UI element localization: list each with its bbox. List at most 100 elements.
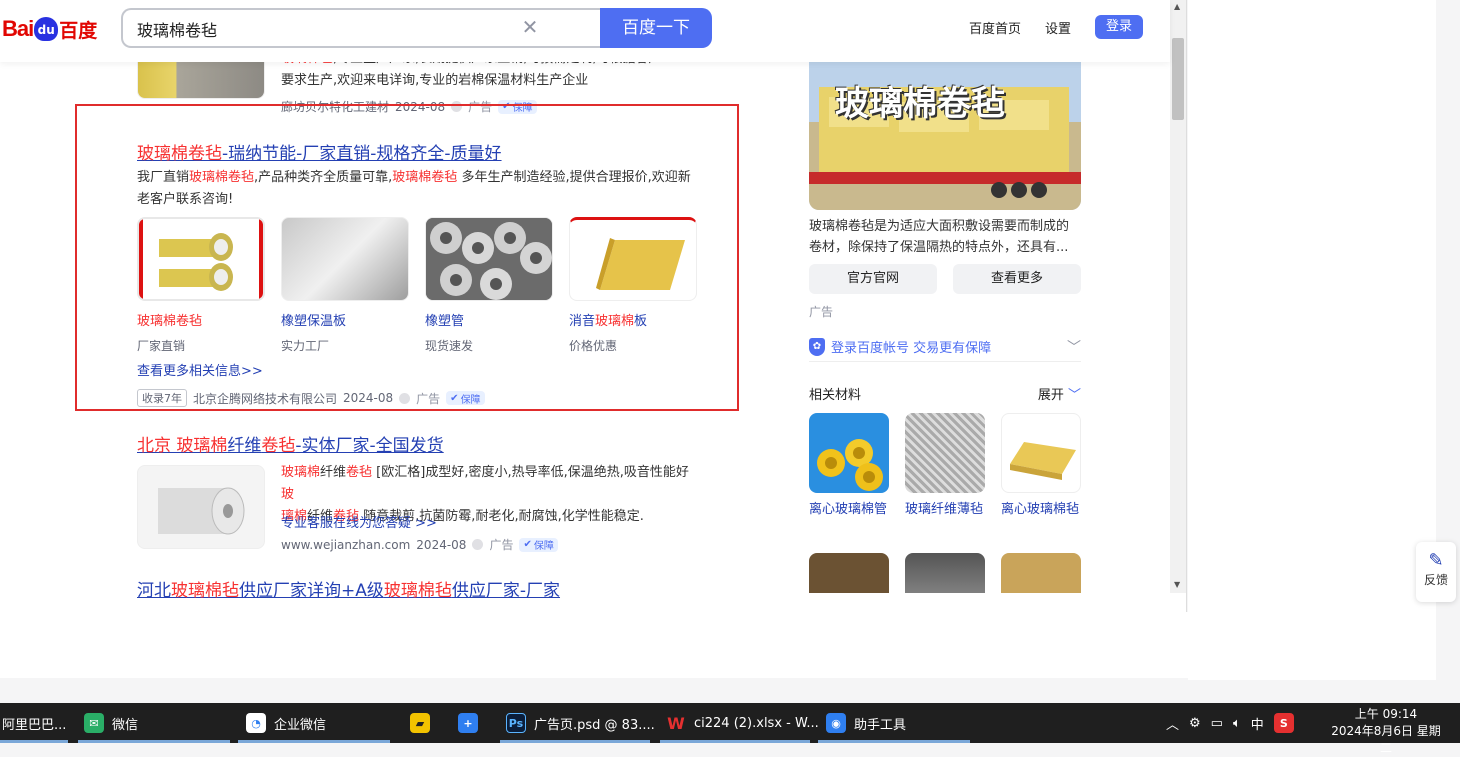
related-item-3[interactable]: 离心玻璃棉毡 bbox=[1001, 413, 1081, 521]
windows-taskbar: 阿里巴巴... ✉ 微信 ◔ 企业微信 ▰ + Ps 广告页.psd @ 83....… bbox=[0, 703, 1460, 755]
result4-title[interactable]: 河北玻璃棉毡供应厂家详询+A级玻璃棉毡供应厂家-厂家 bbox=[137, 576, 560, 601]
login-button[interactable]: 登录 bbox=[1095, 15, 1143, 39]
task-wecom[interactable]: ◔ 企业微信 bbox=[246, 703, 326, 743]
logo-du-text: 百度 bbox=[59, 19, 98, 42]
login-baidu-account-text: 登录百度帐号 交易更有保障 bbox=[831, 341, 992, 356]
related-item-1[interactable]: 离心玻璃棉管 bbox=[809, 413, 889, 521]
related-image bbox=[1001, 553, 1081, 593]
source-dot-icon bbox=[399, 392, 411, 404]
browser-viewport: 玻璃棉毡,专业生产厂家,长期提供厂家直销,可按需定制,可根据客户 要求生产,欢迎… bbox=[0, 0, 1187, 612]
task-notes[interactable]: ▰ bbox=[410, 703, 430, 743]
related-item-6[interactable] bbox=[1001, 553, 1081, 593]
fiber-roll-illustration bbox=[158, 487, 245, 535]
related-image bbox=[809, 553, 889, 593]
task-label: 微信 bbox=[112, 717, 139, 733]
task-helper[interactable]: ◉ 助手工具 bbox=[826, 703, 906, 743]
scroll-up-arrow-icon[interactable]: ▲ bbox=[1174, 2, 1180, 11]
ad-label: 广告 bbox=[416, 391, 441, 406]
login-baidu-account-link[interactable]: ✿ 登录百度帐号 交易更有保障 ﹀ bbox=[809, 332, 1081, 362]
task-wechat[interactable]: ✉ 微信 bbox=[84, 703, 138, 743]
chevron-up-icon[interactable]: ︿ bbox=[1166, 714, 1179, 733]
close-icon[interactable]: ✕ bbox=[519, 16, 541, 38]
related-materials-header: 相关材料 展开 ﹀ bbox=[809, 384, 1081, 403]
sogou-ime-icon[interactable]: S bbox=[1273, 713, 1294, 733]
ad-result-source[interactable]: 北京企腾网络技术有限公司 bbox=[193, 390, 337, 407]
guarantee-badge[interactable]: ✔ 保障 bbox=[519, 537, 558, 552]
product-item-1[interactable]: 玻璃棉卷毡 厂家直销 bbox=[137, 310, 202, 354]
settings-tray-icon[interactable]: ⚙ bbox=[1189, 716, 1201, 731]
feedback-button[interactable]: ✎ 反馈 bbox=[1416, 542, 1456, 602]
product-image-rubber-board[interactable] bbox=[281, 217, 409, 301]
task-snip[interactable]: + bbox=[458, 703, 478, 743]
helper-tool-icon: ◉ bbox=[826, 713, 846, 733]
related-label: 离心玻璃棉毡 bbox=[1001, 502, 1080, 517]
result3-thumbnail[interactable] bbox=[137, 465, 265, 549]
system-clock[interactable]: 上午 09:14 2024年8月6日 星期二 bbox=[1326, 706, 1446, 757]
right-ad-label: 广告 bbox=[809, 305, 834, 319]
product-item-4[interactable]: 消音玻璃棉板 价格优惠 bbox=[569, 310, 647, 354]
volume-icon[interactable]: 🔈︎ bbox=[1233, 716, 1241, 731]
top-links: 百度首页 设置 bbox=[969, 18, 1071, 37]
guarantee-label: 保障 bbox=[460, 394, 481, 406]
task-photoshop[interactable]: Ps 广告页.psd @ 83.... bbox=[506, 703, 655, 743]
related-item-4[interactable] bbox=[809, 553, 889, 593]
search-input[interactable] bbox=[137, 19, 517, 38]
ime-indicator[interactable]: 中 bbox=[1251, 714, 1264, 733]
wps-icon: W bbox=[667, 713, 685, 733]
official-site-button[interactable]: 官方官网 bbox=[809, 264, 937, 294]
photoshop-icon: Ps bbox=[506, 713, 526, 733]
baidu-logo[interactable]: Bai du 百度 bbox=[2, 12, 97, 46]
chevron-down-icon[interactable]: ﹀ bbox=[1067, 337, 1081, 357]
yellow-pipes-illustration bbox=[817, 439, 883, 491]
title-keyword: 玻璃棉卷毡 bbox=[137, 144, 222, 164]
more-info-link[interactable]: 查看更多相关信息>> bbox=[137, 360, 263, 379]
task-label: 助手工具 bbox=[854, 717, 907, 733]
task-label: ci224 (2).xlsx - W... bbox=[694, 715, 819, 731]
shield-icon: ✔ bbox=[450, 392, 459, 404]
related-image bbox=[905, 413, 985, 493]
guarantee-badge[interactable]: ✔ 保障 bbox=[446, 391, 485, 406]
right-desc: 玻璃棉卷毡是为适应大面积敷设需要而制成的卷材，除保持了保温隔热的特点外，还具有.… bbox=[809, 219, 1070, 255]
right-banner-image[interactable]: 玻璃棉卷毡 bbox=[809, 62, 1081, 210]
source-dot-icon bbox=[472, 539, 484, 550]
feedback-label: 反馈 bbox=[1423, 573, 1448, 587]
settings-link[interactable]: 设置 bbox=[1045, 18, 1071, 37]
scroll-down-arrow-icon[interactable]: ▼ bbox=[1174, 580, 1180, 589]
task-alibaba[interactable]: 阿里巴巴... bbox=[2, 703, 66, 743]
result3-service-link[interactable]: 专业客服在线为您答疑 >> bbox=[281, 512, 437, 531]
indexed-years-tag: 收录7年 bbox=[137, 389, 187, 407]
task-label: 阿里巴巴... bbox=[2, 717, 67, 733]
product-image-sound-board[interactable] bbox=[569, 217, 697, 301]
ad-result-title[interactable]: 玻璃棉卷毡-瑞纳节能-厂家直销-规格齐全-质量好 bbox=[137, 139, 502, 164]
related-image bbox=[809, 413, 889, 493]
paw-icon: du bbox=[34, 17, 59, 41]
sticky-note-icon: ▰ bbox=[410, 713, 430, 733]
wecom-icon: ◔ bbox=[246, 713, 266, 733]
chevron-down-icon: ﹀ bbox=[1067, 388, 1081, 403]
search-box: ✕ bbox=[121, 8, 601, 48]
scrollbar-thumb[interactable] bbox=[1172, 38, 1184, 120]
product-item-2[interactable]: 橡塑保温板 实力工厂 bbox=[281, 310, 346, 354]
network-icon[interactable]: ▭ bbox=[1211, 716, 1223, 731]
paw-shield-icon: ✿ bbox=[809, 337, 825, 356]
sound-board-illustration bbox=[596, 238, 685, 290]
view-more-button[interactable]: 查看更多 bbox=[953, 264, 1081, 294]
ad-result-date: 2024-08 bbox=[343, 391, 394, 405]
related-image bbox=[1001, 413, 1081, 493]
search-button[interactable]: 百度一下 bbox=[600, 8, 712, 48]
baidu-home-link[interactable]: 百度首页 bbox=[969, 18, 1021, 37]
related-image bbox=[905, 553, 985, 593]
product-image-rubber-pipe[interactable] bbox=[425, 217, 553, 301]
logo-bai-text: Bai bbox=[2, 16, 34, 41]
result3-source[interactable]: www.wejianzhan.com bbox=[281, 538, 410, 552]
result3-title[interactable]: 北京 玻璃棉纤维卷毡-实体厂家-全国发货 bbox=[137, 431, 444, 456]
related-item-2[interactable]: 玻璃纤维薄毡 bbox=[905, 413, 985, 521]
result3-meta: www.wejianzhan.com 2024-08 广告 ✔ 保障 bbox=[281, 536, 558, 553]
ad-result-desc: 我厂直销玻璃棉卷毡,产品种类齐全质量可靠,玻璃棉卷毡 多年生产制造经验,提供合理… bbox=[137, 170, 691, 207]
related-item-5[interactable] bbox=[905, 553, 985, 593]
product-image-glasswool-roll[interactable] bbox=[137, 217, 265, 301]
task-wps[interactable]: Wci224 (2).xlsx - W... bbox=[666, 703, 819, 743]
plus-window-icon: + bbox=[458, 713, 478, 733]
expand-button[interactable]: 展开 ﹀ bbox=[1038, 384, 1081, 403]
product-item-3[interactable]: 橡塑管 现货速发 bbox=[425, 310, 473, 354]
